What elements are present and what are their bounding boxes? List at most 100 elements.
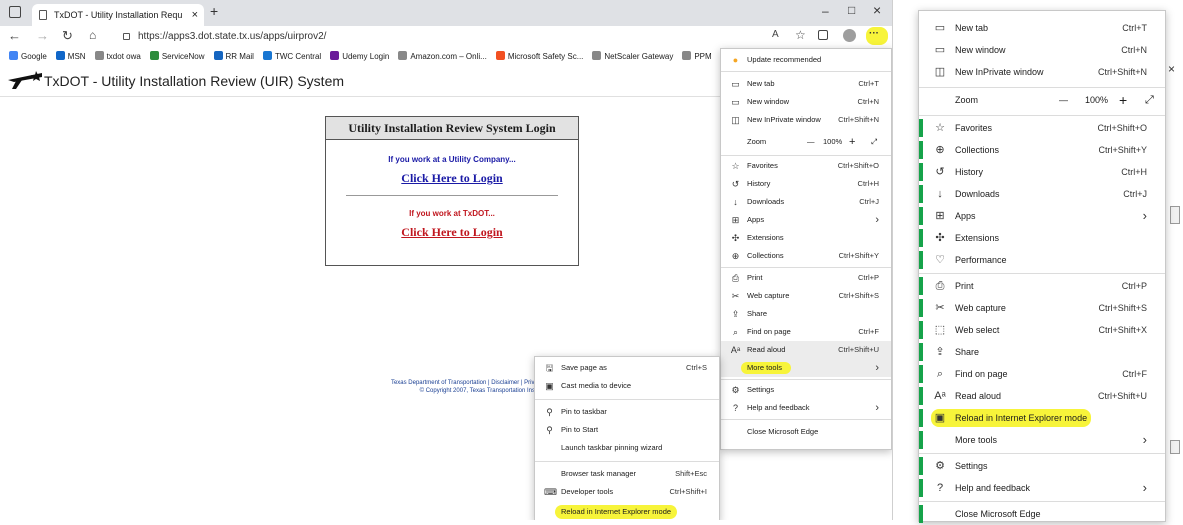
menu-print[interactable]: ⎙ Print Ctrl+P: [721, 269, 891, 287]
zoom-out-button[interactable]: —: [807, 133, 815, 151]
download-icon: ↓: [733, 197, 738, 207]
zoom-out-button[interactable]: —: [1059, 89, 1068, 111]
menu-new-inprivate[interactable]: ◫ New InPrivate window Ctrl+Shift+N: [721, 111, 891, 129]
maximize-button[interactable]: □: [848, 3, 855, 17]
submenu-pin-start[interactable]: ⚲ Pin to Start: [535, 421, 719, 439]
favorite-item[interactable]: Amazon.com – Onli...: [398, 48, 487, 66]
submenu-cast-media[interactable]: ▣ Cast media to device: [535, 377, 719, 395]
back-icon[interactable]: ←: [8, 28, 21, 43]
utility-login-link[interactable]: Click Here to Login: [326, 171, 578, 186]
favorite-item[interactable]: Google: [9, 48, 47, 66]
tab-bar: TxDOT - Utility Installation Requ × + – …: [0, 0, 892, 26]
login-divider: [346, 195, 558, 196]
bigmenu-web-capture[interactable]: ✂ Web capture Ctrl+Shift+S: [919, 297, 1165, 319]
menu-new-window[interactable]: ▭ New window Ctrl+N: [721, 93, 891, 111]
favorite-item[interactable]: ServiceNow: [149, 48, 205, 66]
fullscreen-icon[interactable]: ⤢: [871, 133, 877, 151]
read-aloud-icon[interactable]: A: [772, 29, 779, 40]
minimize-button[interactable]: –: [822, 4, 829, 18]
forward-icon[interactable]: →: [36, 28, 49, 43]
bigmenu-close-edge[interactable]: Close Microsoft Edge: [919, 503, 1165, 525]
browser-tab[interactable]: TxDOT - Utility Installation Requ ×: [32, 4, 204, 26]
zoom-value: 100%: [823, 137, 843, 146]
fullscreen-icon[interactable]: ⤢: [1145, 89, 1154, 111]
close-window-button[interactable]: ×: [873, 2, 881, 18]
ie-mode-icon: ▣: [934, 412, 946, 424]
favorite-item[interactable]: NetScaler Gateway: [592, 48, 673, 66]
bigmenu-new-inprivate[interactable]: ◫ New InPrivate window Ctrl+Shift+N: [919, 61, 1165, 83]
bigmenu-share[interactable]: ⇪ Share: [919, 341, 1165, 363]
bigmenu-new-window[interactable]: ▭ New window Ctrl+N: [919, 39, 1165, 61]
bigmenu-extensions[interactable]: ✣ Extensions: [919, 227, 1165, 249]
bigmenu-collections[interactable]: ⊕ Collections Ctrl+Shift+Y: [919, 139, 1165, 161]
bigmenu-settings[interactable]: ⚙ Settings: [919, 455, 1165, 477]
zoom-in-button[interactable]: +: [1119, 89, 1127, 111]
bigmenu-apps[interactable]: ⊞ Apps ›: [919, 205, 1165, 227]
favorite-site-icon: [682, 51, 692, 60]
menu-close-edge[interactable]: Close Microsoft Edge: [721, 423, 891, 441]
tab-actions-icon[interactable]: [9, 6, 21, 18]
more-options-button[interactable]: ···: [869, 28, 879, 39]
favorite-item[interactable]: Microsoft Safety Sc...: [495, 48, 583, 66]
bigmenu-reload-ie-mode[interactable]: ▣ Reload in Internet Explorer mode: [919, 407, 1165, 429]
txdot-login-link[interactable]: Click Here to Login: [326, 225, 578, 240]
menu-favorites[interactable]: ☆ Favorites Ctrl+Shift+O: [721, 157, 891, 175]
bigmenu-favorites[interactable]: ☆ Favorites Ctrl+Shift+O: [919, 117, 1165, 139]
bigmenu-web-select[interactable]: ⬚ Web select Ctrl+Shift+X: [919, 319, 1165, 341]
apps-icon: ⊞: [935, 210, 945, 222]
zoom-in-button[interactable]: +: [849, 133, 855, 151]
address-bar[interactable]: https://apps3.dot.state.tx.us/apps/uirpr…: [118, 29, 768, 45]
submenu-task-manager[interactable]: Browser task manager Shift+Esc: [535, 465, 719, 483]
scrollbar[interactable]: [1170, 206, 1180, 224]
favorite-site-icon: [55, 51, 65, 60]
browser-window: TxDOT - Utility Installation Requ × + – …: [0, 0, 893, 520]
menu-help-feedback[interactable]: ? Help and feedback ›: [721, 399, 891, 417]
menu-collections[interactable]: ⊕ Collections Ctrl+Shift+Y: [721, 247, 891, 265]
favorites-star-icon[interactable]: ☆: [795, 28, 806, 42]
favorite-item[interactable]: RR Mail: [213, 48, 254, 66]
submenu-reload-ie-mode[interactable]: Reload in Internet Explorer mode: [535, 503, 719, 520]
home-icon[interactable]: ⌂: [89, 28, 96, 42]
bigmenu-print[interactable]: ⎙ Print Ctrl+P: [919, 275, 1165, 297]
favorite-item[interactable]: TWC Central: [262, 48, 321, 66]
bigmenu-read-aloud[interactable]: Aᵃ Read aloud Ctrl+Shift+U: [919, 385, 1165, 407]
background-page-strip: [893, 0, 918, 520]
bigmenu-new-tab[interactable]: ▭ New tab Ctrl+T: [919, 17, 1165, 39]
menu-extensions[interactable]: ✣ Extensions: [721, 229, 891, 247]
refresh-icon[interactable]: ↻: [62, 28, 73, 44]
menu-share[interactable]: ⇪ Share: [721, 305, 891, 323]
favorite-item[interactable]: Udemy Login: [330, 48, 389, 66]
profile-avatar[interactable]: [843, 29, 856, 42]
menu-find-on-page[interactable]: ⌕ Find on page Ctrl+F: [721, 323, 891, 341]
menu-settings[interactable]: ⚙ Settings: [721, 381, 891, 399]
menu-apps[interactable]: ⊞ Apps ›: [721, 211, 891, 229]
bigmenu-more-tools[interactable]: More tools ›: [919, 429, 1165, 451]
tab-title: TxDOT - Utility Installation Requ: [54, 10, 183, 20]
favorite-site-icon: [262, 51, 272, 60]
bigmenu-performance[interactable]: ♡ Performance: [919, 249, 1165, 271]
tab-close-icon[interactable]: ×: [192, 4, 198, 26]
new-tab-button[interactable]: +: [210, 3, 218, 19]
favorite-item[interactable]: PPM: [682, 48, 712, 66]
bigmenu-find-on-page[interactable]: ⌕ Find on page Ctrl+F: [919, 363, 1165, 385]
bigmenu-help-feedback[interactable]: ? Help and feedback ›: [919, 477, 1165, 499]
menu-read-aloud[interactable]: Aᵃ Read aloud Ctrl+Shift+U: [721, 341, 891, 359]
menu-new-tab[interactable]: ▭ New tab Ctrl+T: [721, 75, 891, 93]
collections-icon[interactable]: [818, 30, 828, 40]
menu-downloads[interactable]: ↓ Downloads Ctrl+J: [721, 193, 891, 211]
menu-update-recommended[interactable]: ● Update recommended: [721, 51, 891, 69]
favorite-item[interactable]: txdot owa: [94, 48, 141, 66]
favorite-item[interactable]: MSN: [55, 48, 86, 66]
bigmenu-history[interactable]: ↺ History Ctrl+H: [919, 161, 1165, 183]
menu-more-tools[interactable]: More tools ›: [721, 359, 891, 377]
history-icon: ↺: [731, 179, 740, 189]
menu-web-capture[interactable]: ✂ Web capture Ctrl+Shift+S: [721, 287, 891, 305]
submenu-pin-taskbar[interactable]: ⚲ Pin to taskbar: [535, 403, 719, 421]
submenu-save-page[interactable]: 🖫 Save page as Ctrl+S: [535, 359, 719, 377]
submenu-developer-tools[interactable]: ⌨ Developer tools Ctrl+Shift+I: [535, 483, 719, 501]
scrollbar-down[interactable]: [1170, 440, 1180, 454]
edge-main-menu-enlarged: ▭ New tab Ctrl+T ▭ New window Ctrl+N ◫ New In…: [918, 10, 1166, 525]
menu-history[interactable]: ↺ History Ctrl+H: [721, 175, 891, 193]
submenu-launch-wizard[interactable]: Launch taskbar pinning wizard: [535, 439, 719, 457]
bigmenu-downloads[interactable]: ↓ Downloads Ctrl+J: [919, 183, 1165, 205]
